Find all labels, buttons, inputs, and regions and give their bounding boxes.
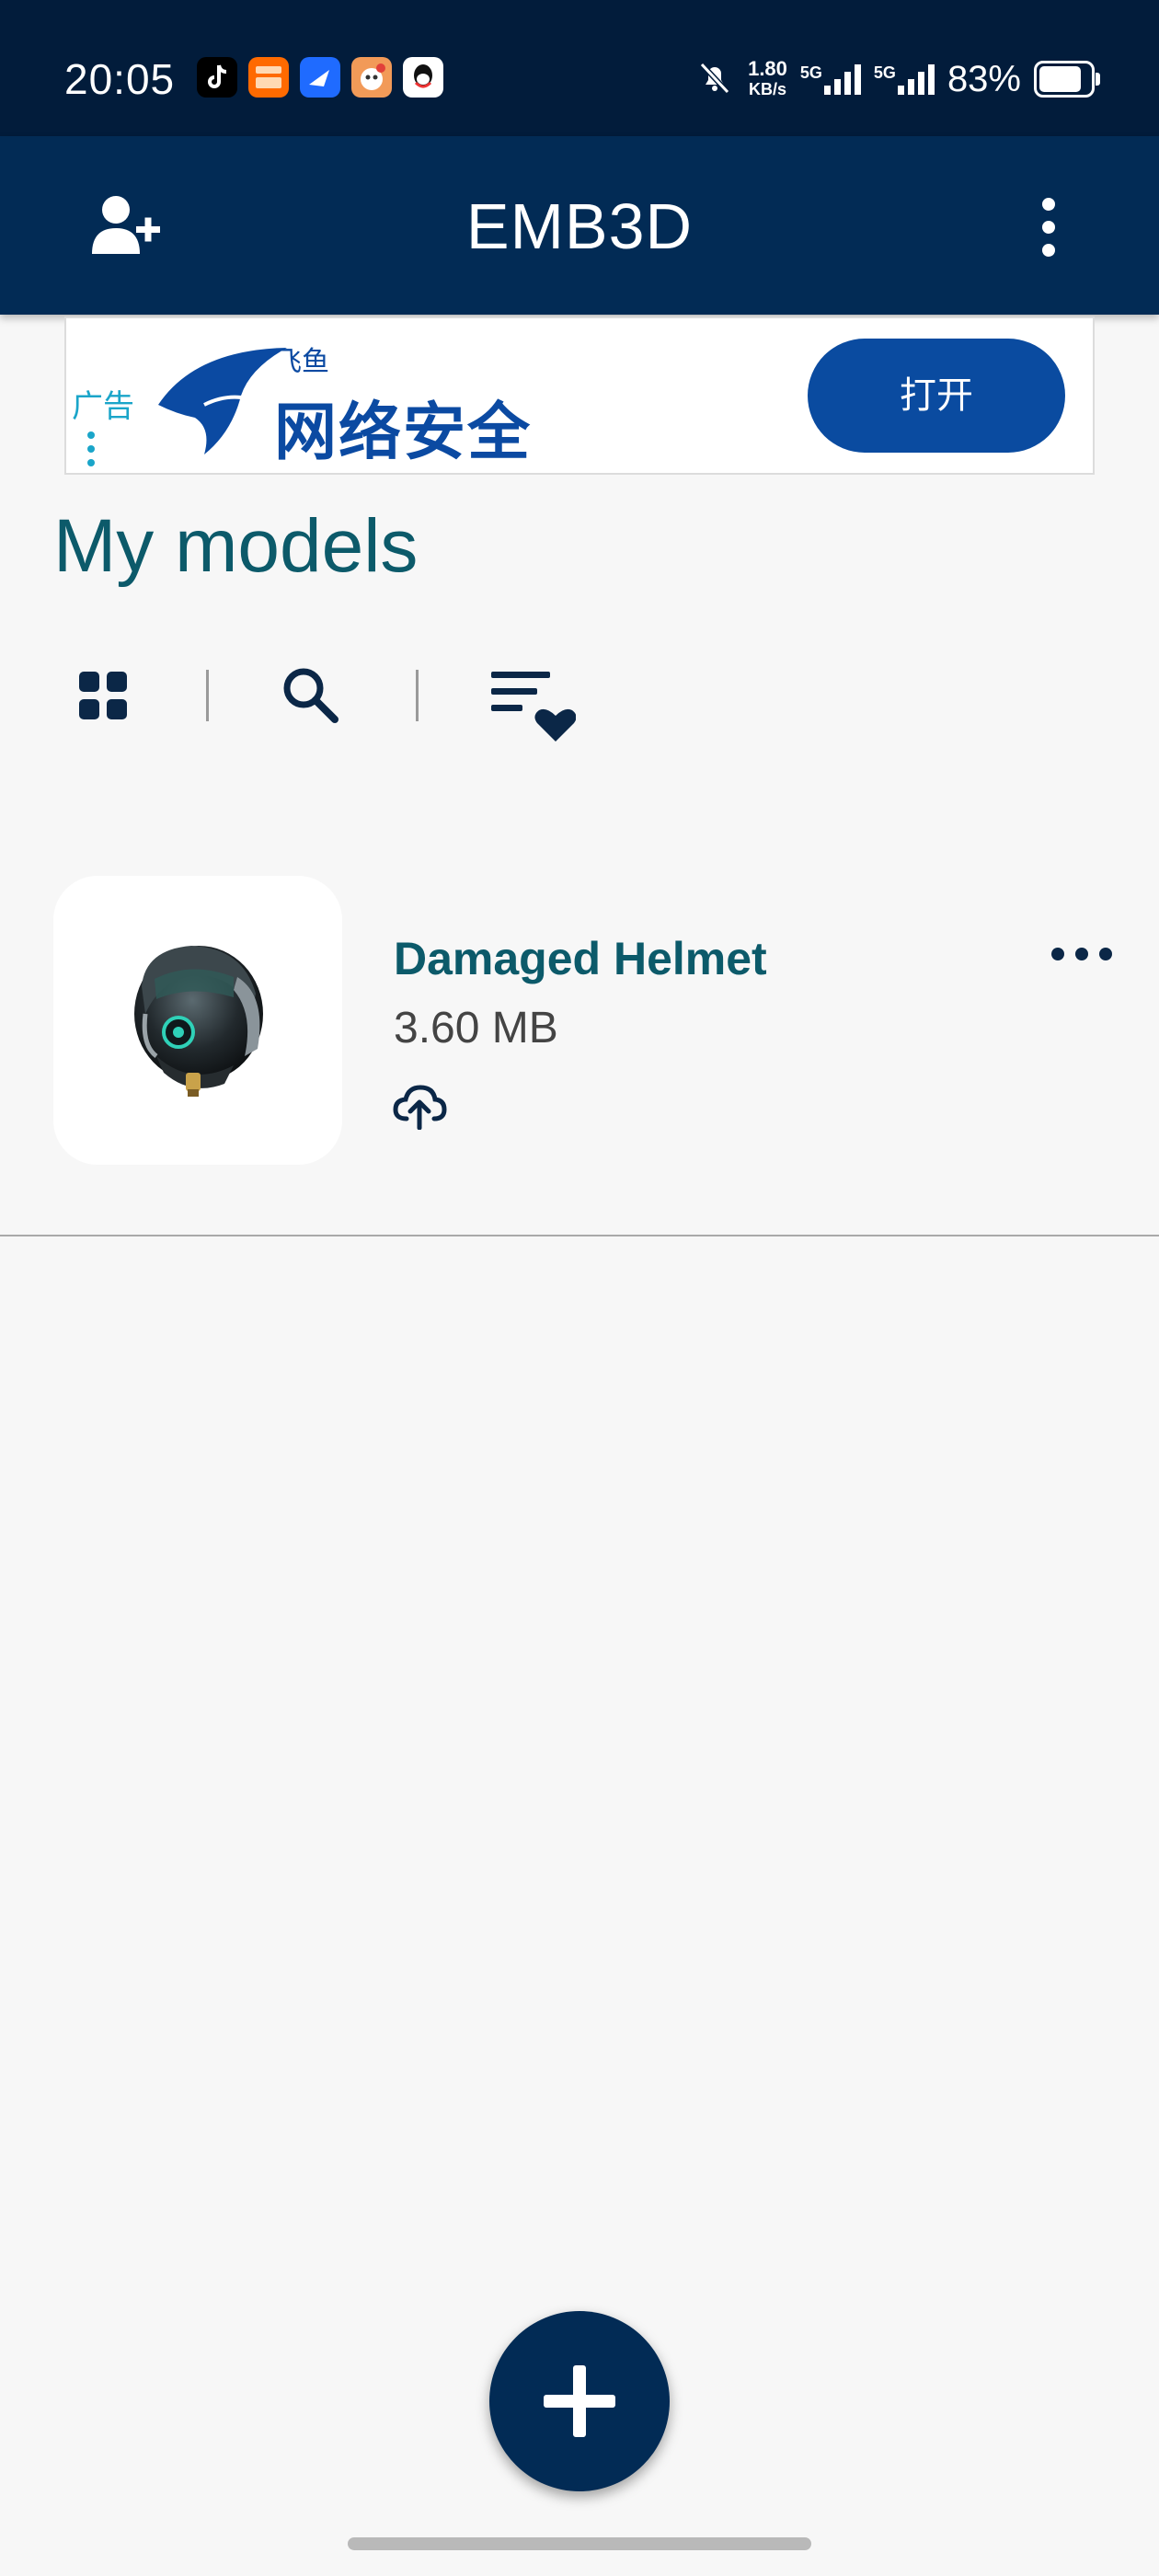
taobao-icon (248, 57, 289, 98)
page-title: My models (53, 504, 419, 588)
sort-favorites-icon (491, 672, 577, 742)
fish-logo-icon (158, 348, 287, 454)
app-bar: EMB3D (0, 136, 1159, 315)
helmet-thumbnail-image (134, 946, 263, 1097)
signal-bars-icon (897, 63, 935, 95)
home-indicator[interactable] (348, 2537, 811, 2550)
more-vertical-icon (1042, 198, 1055, 257)
status-time: 20:05 (64, 55, 176, 103)
game-icon (351, 57, 392, 98)
model-name[interactable]: Damaged Helmet (394, 929, 767, 988)
ad-options-icon[interactable] (86, 431, 96, 467)
more-horizontal-icon (1051, 948, 1112, 960)
status-bar: 20:05 1.80 KB/s 5G 5G 83% (0, 0, 1159, 136)
bell-off-icon (694, 57, 735, 102)
network-speed-unit: KB/s (748, 80, 786, 98)
model-file-size: 3.60 MB (394, 1004, 558, 1052)
notification-icons (197, 57, 443, 98)
tiktok-icon (197, 57, 237, 98)
sim1-network-label: 5G (799, 63, 822, 82)
add-model-button[interactable] (489, 2311, 670, 2491)
search-icon (283, 668, 339, 723)
cloud-upload-icon (393, 1085, 447, 1131)
signal-bars-icon (823, 63, 861, 95)
sim1-signal: 5G (800, 63, 861, 95)
network-speed-value: 1.80 (748, 57, 787, 80)
sim2-signal: 5G (874, 63, 935, 95)
ad-label: 广告 (72, 389, 134, 424)
ad-headline: 网络安全 (274, 397, 533, 467)
grid-view-icon (79, 672, 127, 719)
cloud-upload-button[interactable] (392, 1082, 447, 1131)
sim2-network-label: 5G (873, 63, 896, 82)
grid-view-button[interactable] (77, 670, 129, 721)
model-options-button[interactable] (1049, 940, 1115, 968)
ad-brand: 飞鱼 (274, 347, 329, 377)
app-title: EMB3D (465, 190, 694, 262)
ad-banner[interactable]: 广告 飞鱼 网络安全 打开 (64, 316, 1095, 475)
toolbar-divider (416, 670, 419, 721)
overflow-menu-button[interactable] (1021, 195, 1076, 259)
list-divider (0, 1235, 1159, 1236)
ad-open-button[interactable]: 打开 (808, 339, 1065, 453)
search-button[interactable] (280, 664, 340, 725)
status-indicators: 1.80 KB/s 5G 5G 83% (694, 52, 1100, 107)
feishu-icon (300, 57, 340, 98)
toolbar-divider (206, 670, 209, 721)
model-thumbnail[interactable] (53, 876, 342, 1165)
plus-icon (544, 2365, 615, 2437)
qq-icon (403, 57, 443, 98)
network-speed: 1.80 KB/s (748, 59, 787, 99)
battery-fill (1039, 66, 1081, 92)
battery-percent: 83% (947, 58, 1021, 99)
sort-favorites-button[interactable] (489, 670, 577, 743)
list-item[interactable]: Damaged Helmet 3.60 MB (0, 861, 1159, 1236)
battery-icon (1034, 61, 1100, 98)
view-toolbar (0, 644, 644, 745)
